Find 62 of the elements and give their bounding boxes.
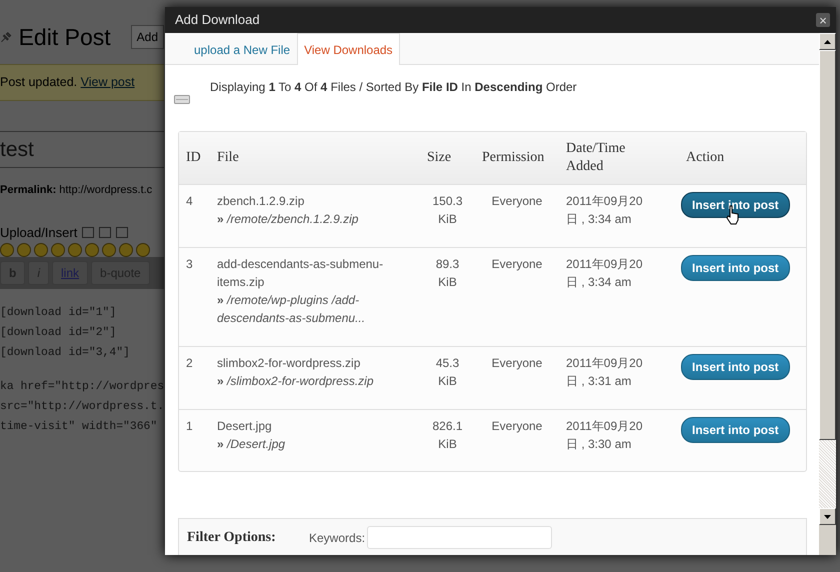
table-cell-text: 2011年09月20日 , 3:31 am	[565, 355, 644, 390]
table-cell-text: 1	[185, 418, 194, 435]
update-notice: Post updated. View post	[0, 64, 164, 101]
column-header: Date/Time Added	[565, 140, 626, 176]
drive-icon	[174, 93, 190, 104]
column-header: Action	[685, 149, 726, 167]
column-header: Permission	[481, 149, 546, 167]
keywords-field[interactable]	[367, 526, 552, 549]
file-path: » /slimbox2-for-wordpress.zip	[217, 373, 375, 390]
file-name: Desert.jpg	[217, 418, 273, 435]
tab[interactable]: upload a New File	[187, 33, 298, 65]
table-cell-text: Everyone	[490, 193, 544, 210]
code-line: ka href="http://wordpres	[0, 380, 164, 396]
filter-options-title: Filter Options:	[187, 529, 277, 547]
code-line: [download id="3,4"]	[0, 346, 131, 362]
table-cell-text: 45.3 KiB	[434, 355, 460, 390]
table-cell-text: 2011年09月20日 , 3:30 am	[565, 418, 644, 453]
column-header: File	[216, 149, 240, 167]
code-line: src="http://wordpress.t.	[0, 400, 164, 416]
up-arrow-icon	[824, 40, 831, 44]
table-cell-text: 3	[185, 256, 194, 273]
close-button[interactable]: ×	[816, 13, 830, 27]
table-cell-text: 89.3 KiB	[434, 256, 460, 291]
down-arrow-icon	[824, 514, 831, 518]
column-header: Size	[426, 149, 452, 167]
tab[interactable]: View Downloads	[297, 33, 400, 65]
table-cell-text: 150.3 KiB	[431, 193, 464, 228]
post-title-field[interactable]: test	[0, 130, 164, 168]
file-name: add-descendants-as-submenu-items.zip	[217, 256, 384, 291]
file-path: » /remote/wp-plugins /add-descendants-as-submenu...	[217, 292, 366, 327]
permalink-label: Permalink:	[0, 183, 56, 198]
table-cell-text: Everyone	[490, 418, 544, 435]
code-line: time-visit" width="366"	[0, 420, 158, 436]
permalink-url: http://wordpress.t.c	[59, 183, 152, 198]
scrollbar-thumb[interactable]	[819, 50, 836, 440]
table-cell-text: Everyone	[490, 256, 544, 273]
code-line: [download id="1"]	[0, 306, 118, 322]
page-heading: Edit Post	[18, 22, 111, 52]
scroll-down-button[interactable]	[819, 508, 836, 525]
code-line: [download id="2"]	[0, 326, 118, 342]
keywords-label: Keywords:	[309, 530, 366, 546]
table-cell-text: Everyone	[490, 355, 544, 372]
upload-insert-label: Upload/Insert	[0, 224, 78, 242]
scrollbar[interactable]	[819, 33, 836, 555]
insert-into-post-button[interactable]: Insert into post	[681, 354, 790, 380]
view-post-link[interactable]: View post	[80, 75, 135, 89]
scroll-up-button[interactable]	[819, 33, 836, 50]
summary-text: Displaying 1 To 4 Of 4 Files / Sorted By File ID In Descending Order	[210, 79, 577, 96]
table-cell-text: 2	[185, 355, 194, 372]
table-cell-text: 4	[185, 193, 194, 210]
file-name: zbench.1.2.9.zip	[217, 193, 306, 210]
insert-into-post-button[interactable]: Insert into post	[681, 417, 790, 443]
insert-into-post-button[interactable]: Insert into post	[681, 255, 790, 281]
file-name: slimbox2-for-wordpress.zip	[217, 355, 362, 372]
table-cell-text: 826.1 KiB	[431, 418, 464, 453]
add-new-button[interactable]: Add	[130, 25, 164, 49]
file-path: » /Desert.jpg	[217, 436, 286, 453]
column-header: ID	[185, 149, 202, 167]
file-path: » /remote/zbench.1.2.9.zip	[217, 211, 360, 228]
table-cell-text: 2011年09月20日 , 3:34 am	[565, 193, 644, 228]
table-cell-text: 2011年09月20日 , 3:34 am	[565, 256, 644, 291]
dialog-title: Add Download	[175, 11, 260, 30]
